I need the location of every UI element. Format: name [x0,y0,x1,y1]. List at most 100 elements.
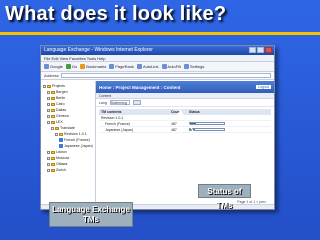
folder-icon [51,90,55,94]
toolbar-button-pagerank[interactable]: PageRank [109,64,134,69]
expand-icon[interactable] [47,120,50,124]
tree-item-label: French (France) [64,138,90,142]
filter-label: Lang [99,100,107,105]
maximize-button[interactable] [257,47,264,53]
expand-icon[interactable] [47,90,50,94]
tree-item[interactable]: Zurich [43,167,93,173]
tree-item-label: Zurich [56,168,66,172]
toolbar-label: Bookmarks [86,64,107,69]
folder-icon [51,168,55,172]
toolbar-button-autofill[interactable]: AutoFill [161,64,181,69]
tm-icon [59,138,63,142]
tree-item-label: Ottawa [56,162,68,166]
folder-icon [51,120,55,124]
tm-name: Japanese (Japan) [105,127,134,132]
expand-icon[interactable] [47,150,50,154]
window-title: Language Exchange - Windows Internet Exp… [44,47,153,53]
status-progress-bar [189,122,225,125]
gear-icon [183,64,189,69]
toolbar-button-autolink[interactable]: AutoLink [136,64,159,69]
tree-item-label: Translate [60,126,75,130]
slide-title: What does it look like? [5,3,227,25]
folder-icon [55,126,59,130]
table-row[interactable]: Japanese (Japan) 487 [99,127,271,133]
project-tree: Projects Bergen Berlin Cairo Dalian Geneva LEX… [41,81,96,209]
toolbar-button-google[interactable]: Google [44,64,63,69]
expand-icon[interactable] [43,84,46,88]
column-name: TM contents [101,110,122,114]
slide-background: What does it look like? Language Exchang… [0,0,320,240]
folder-icon [51,96,55,100]
toolbar-label: AutoFill [167,64,181,69]
tree-item-label: Moscow [56,156,70,160]
expand-icon[interactable] [47,162,50,166]
filter-go-button[interactable] [132,100,141,105]
tm-status [189,122,229,125]
tree-item-label: Revision 1.0.1 [64,132,87,136]
expand-icon[interactable] [55,132,58,136]
callout-lex-line1: Language Exchange [52,205,130,214]
tm-count: 487 [171,127,177,132]
expand-icon[interactable] [47,156,50,160]
tree-item-label: Berlin [56,96,66,100]
expand-icon[interactable] [51,126,54,130]
tree-item-label: Cairo [56,102,65,106]
filter-bar: Lang Swimming [96,99,274,107]
toolbar-label: AutoLink [142,64,159,69]
toolbar-label: PageRank [115,64,134,69]
browser-toolbar: Google Go Bookmarks PageRank AutoLink AutoFil… [41,62,274,72]
autofill-icon [161,64,167,69]
expand-icon[interactable] [47,168,50,172]
address-input[interactable] [60,73,271,78]
app-header: Home : Project Management : Content Logo… [96,81,274,93]
go-icon [65,64,71,69]
folder-icon [59,132,63,136]
expand-icon[interactable] [47,102,50,106]
autolink-icon [136,64,142,69]
status-progress-bar [189,128,225,131]
tree-item-label: Dalian [56,108,67,112]
folder-icon [51,102,55,106]
toolbar-label: Settings [189,64,205,69]
star-icon [80,64,86,69]
toolbar-button-settings[interactable]: Settings [183,64,205,69]
tm-status [189,128,229,131]
tm-name: French (France) [105,121,131,126]
folder-icon [51,162,55,166]
tree-item-label: Lisbon [56,150,67,154]
tree-item-label: Projects [52,84,65,88]
tree-item-label: Geneva [56,114,69,118]
address-bar: Address [41,72,274,80]
folder-icon [51,156,55,160]
tree-item-label: Bergen [56,90,68,94]
folder-icon [47,84,51,88]
expand-icon[interactable] [47,108,50,112]
expand-icon[interactable] [47,96,50,100]
menu-bar[interactable]: File Edit View Favorites Tools Help [41,55,274,62]
column-count: Count [171,110,182,114]
tree-item-label: LEX [56,120,63,124]
toolbar-button-bookmarks[interactable]: Bookmarks [80,64,106,69]
status-progress-fill [190,123,197,124]
logout-link[interactable]: Logout [256,85,271,89]
tm-count: 487 [171,121,177,126]
google-icon [44,64,49,69]
toolbar-label: Google [50,64,63,69]
window-titlebar: Language Exchange - Windows Internet Exp… [41,46,274,55]
minimize-button[interactable] [249,47,256,53]
expand-icon[interactable] [47,114,50,118]
status-progress-fill [190,129,196,130]
close-button[interactable] [265,47,272,53]
address-label: Address [44,73,59,78]
filter-select[interactable]: Swimming [109,100,130,105]
title-underline [0,32,320,35]
breadcrumb: Home : Project Management : Content [99,84,181,90]
tm-icon [59,144,63,148]
callout-status: Status of TMs [198,184,251,210]
tm-table: TM contents Count Status Revision 1.0.1 F… [96,107,274,135]
toolbar-button-go[interactable]: Go [65,64,78,69]
tree-item-label: Japanese (Japan) [64,144,93,148]
folder-icon [51,114,55,118]
toolbar-label: Go [71,64,78,69]
window-controls [249,47,272,53]
